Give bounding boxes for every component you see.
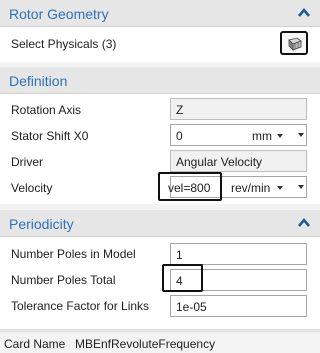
card-name-value: MBEnfRevoluteFrequency bbox=[75, 337, 216, 351]
velocity-highlight bbox=[158, 172, 222, 201]
select-geometry-icon bbox=[288, 37, 302, 51]
poles-in-model-value: 1 bbox=[176, 248, 183, 262]
stator-shift-label: Stator Shift X0 bbox=[11, 129, 89, 143]
velocity-label: Velocity bbox=[11, 181, 53, 195]
stator-shift-unit[interactable]: mm bbox=[252, 129, 272, 143]
rotation-axis-field: Z bbox=[170, 98, 307, 120]
chevron-up-icon[interactable] bbox=[297, 7, 311, 19]
rotation-axis-value: Z bbox=[176, 103, 184, 117]
rotor-geometry-body: Select Physicals (3) bbox=[0, 27, 320, 62]
poles-in-model-input[interactable]: 1 bbox=[170, 243, 307, 265]
select-physicals-button[interactable] bbox=[280, 31, 308, 55]
card-name-label: Card Name bbox=[4, 337, 66, 351]
card-name-bar: Card Name MBEnfRevoluteFrequency bbox=[0, 331, 320, 353]
periodicity-header[interactable]: Periodicity bbox=[0, 210, 320, 237]
periodicity-body: Number Poles in Model 1 Number Poles Tot… bbox=[0, 237, 320, 329]
chevron-down-icon[interactable] bbox=[277, 186, 283, 190]
chevron-down-icon[interactable] bbox=[298, 133, 304, 137]
divider bbox=[0, 329, 320, 330]
stator-shift-input[interactable]: 0 mm bbox=[170, 124, 307, 146]
driver-label: Driver bbox=[11, 155, 43, 169]
periodicity-title: Periodicity bbox=[9, 216, 74, 232]
select-physicals-label: Select Physicals (3) bbox=[11, 37, 117, 51]
rotation-axis-label: Rotation Axis bbox=[11, 103, 82, 117]
rotor-geometry-title: Rotor Geometry bbox=[9, 6, 109, 22]
poles-total-label: Number Poles Total bbox=[11, 273, 116, 287]
chevron-down-icon[interactable] bbox=[298, 185, 304, 189]
chevron-down-icon[interactable] bbox=[277, 134, 283, 138]
tolerance-input[interactable]: 1e-05 bbox=[170, 295, 307, 317]
poles-in-model-label: Number Poles in Model bbox=[11, 247, 136, 261]
driver-value: Angular Velocity bbox=[176, 155, 263, 169]
rotor-geometry-header[interactable]: Rotor Geometry bbox=[0, 0, 320, 27]
velocity-unit[interactable]: rev/min bbox=[231, 181, 270, 195]
driver-field: Angular Velocity bbox=[170, 150, 307, 172]
stator-shift-value: 0 bbox=[176, 129, 183, 143]
definition-header[interactable]: Definition bbox=[0, 67, 320, 94]
poles-total-highlight bbox=[162, 264, 203, 292]
tolerance-value: 1e-05 bbox=[176, 300, 207, 314]
tolerance-label: Tolerance Factor for Links bbox=[11, 299, 150, 313]
definition-title: Definition bbox=[9, 73, 68, 89]
chevron-up-icon[interactable] bbox=[297, 217, 311, 229]
